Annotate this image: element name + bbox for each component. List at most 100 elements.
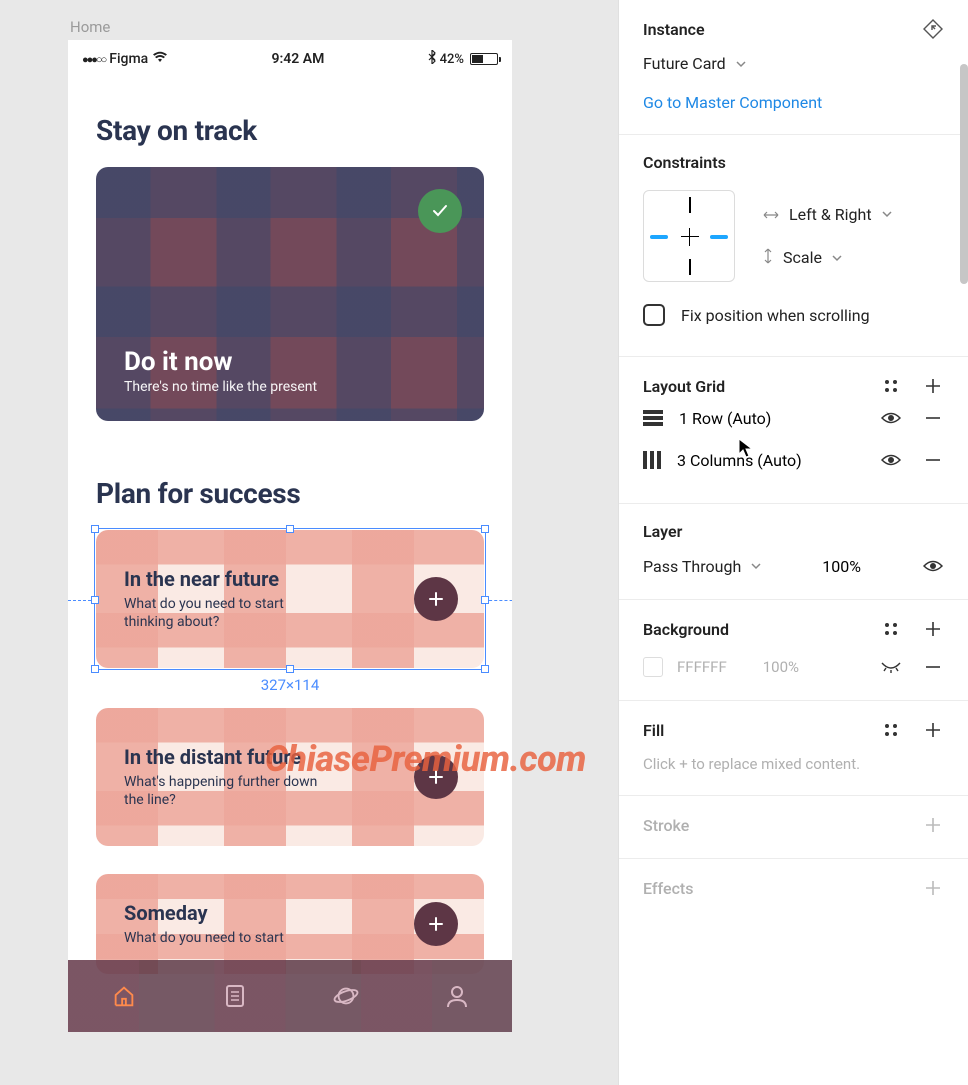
diamond-undo-icon bbox=[922, 18, 944, 40]
selection-handle[interactable] bbox=[481, 665, 489, 673]
future-card-title: In the near future bbox=[124, 567, 324, 591]
section-title-stay-on-track: Stay on track bbox=[96, 114, 484, 147]
toggle-visibility-button[interactable] bbox=[880, 449, 902, 471]
plus-icon bbox=[925, 621, 941, 637]
selection-handle[interactable] bbox=[91, 525, 99, 533]
scrollbar[interactable] bbox=[960, 64, 968, 284]
future-card-selected[interactable]: In the near future What do you need to s… bbox=[96, 530, 484, 668]
instance-dropdown[interactable]: Future Card bbox=[643, 40, 944, 81]
frame-label[interactable]: Home bbox=[70, 18, 618, 36]
minus-icon bbox=[926, 665, 940, 669]
future-card-title: Someday bbox=[124, 901, 284, 925]
phone-frame[interactable]: ●●●○○ Figma 9:42 AM 42% Stay on track bbox=[68, 40, 512, 1032]
go-to-master-link[interactable]: Go to Master Component bbox=[643, 93, 944, 112]
check-icon bbox=[430, 201, 450, 221]
battery-pct-label: 42% bbox=[440, 52, 464, 67]
tab-profile[interactable] bbox=[444, 983, 470, 1009]
four-dots-icon bbox=[884, 622, 898, 636]
rows-icon bbox=[643, 410, 663, 426]
v-constraint-value: Scale bbox=[783, 248, 822, 267]
selection-handle[interactable] bbox=[481, 596, 489, 604]
chevron-down-icon bbox=[751, 562, 761, 570]
selection-handle[interactable] bbox=[91, 665, 99, 673]
add-grid-button[interactable] bbox=[922, 375, 944, 397]
add-bg-button[interactable] bbox=[922, 618, 944, 640]
remove-grid-button[interactable] bbox=[922, 449, 944, 471]
plus-icon bbox=[925, 722, 941, 738]
bg-style-button[interactable] bbox=[880, 618, 902, 640]
tab-home[interactable] bbox=[111, 983, 137, 1009]
future-card[interactable]: In the distant future What's happening f… bbox=[96, 708, 484, 846]
plus-icon bbox=[925, 880, 941, 896]
add-button[interactable] bbox=[414, 577, 458, 621]
section-heading-layer: Layer bbox=[643, 522, 682, 541]
plus-icon bbox=[426, 589, 446, 609]
selection-handle[interactable] bbox=[91, 596, 99, 604]
future-card-subtitle: What's happening further down the line? bbox=[124, 773, 324, 809]
section-heading-constraints: Constraints bbox=[643, 153, 726, 172]
future-card-subtitle: What do you need to start thinking about… bbox=[124, 595, 324, 631]
selection-handle[interactable] bbox=[481, 525, 489, 533]
v-constraint-dropdown[interactable]: Scale bbox=[763, 232, 944, 276]
selection-handle[interactable] bbox=[286, 665, 294, 673]
tab-explore[interactable] bbox=[333, 983, 359, 1009]
bg-color-swatch[interactable] bbox=[643, 657, 663, 677]
grid-item-columns[interactable]: 3 Columns (Auto) bbox=[643, 451, 802, 470]
h-constraint-value: Left & Right bbox=[789, 205, 872, 224]
check-badge[interactable] bbox=[418, 189, 462, 233]
tab-list[interactable] bbox=[222, 983, 248, 1009]
add-effect-button[interactable] bbox=[922, 877, 944, 899]
component-name: Future Card bbox=[643, 54, 726, 73]
grid-item-rows[interactable]: 1 Row (Auto) bbox=[643, 409, 771, 428]
h-constraint-dropdown[interactable]: Left & Right bbox=[763, 197, 944, 232]
constraints-widget[interactable] bbox=[643, 190, 735, 282]
remove-bg-button[interactable] bbox=[922, 656, 944, 678]
plus-icon bbox=[426, 767, 446, 787]
eye-icon bbox=[881, 411, 901, 425]
list-icon bbox=[222, 983, 248, 1009]
fill-style-button[interactable] bbox=[880, 719, 902, 741]
add-button[interactable] bbox=[414, 902, 458, 946]
add-fill-button[interactable] bbox=[922, 719, 944, 741]
carrier-label: Figma bbox=[109, 51, 148, 67]
blend-mode-dropdown[interactable]: Pass Through bbox=[643, 557, 761, 576]
tab-bar bbox=[68, 960, 512, 1032]
fix-position-label: Fix position when scrolling bbox=[681, 306, 870, 325]
bg-color-value[interactable]: FFFFFF bbox=[677, 658, 727, 676]
add-button[interactable] bbox=[414, 755, 458, 799]
clock-label: 9:42 AM bbox=[271, 51, 324, 67]
columns-icon bbox=[643, 451, 661, 469]
bluetooth-icon bbox=[428, 50, 436, 68]
grid-style-button[interactable] bbox=[880, 375, 902, 397]
four-dots-icon bbox=[884, 723, 898, 737]
battery-icon bbox=[470, 53, 498, 65]
plus-icon bbox=[925, 378, 941, 394]
now-card[interactable]: Do it now There's no time like the prese… bbox=[96, 167, 484, 421]
planet-icon bbox=[333, 982, 359, 1010]
grid-col-label: 3 Columns (Auto) bbox=[677, 451, 802, 470]
section-heading-stroke: Stroke bbox=[643, 816, 689, 835]
section-heading-fill: Fill bbox=[643, 721, 664, 740]
fix-position-checkbox[interactable] bbox=[643, 304, 665, 326]
selection-dimensions: 327×114 bbox=[96, 676, 484, 694]
home-icon bbox=[111, 982, 137, 1010]
bg-opacity-value[interactable]: 100% bbox=[763, 658, 799, 676]
plus-icon bbox=[426, 914, 446, 934]
now-card-subtitle: There's no time like the present bbox=[124, 379, 317, 395]
blend-mode-value: Pass Through bbox=[643, 557, 741, 576]
fill-hint: Click + to replace mixed content. bbox=[643, 741, 944, 773]
layer-opacity-input[interactable]: 100% bbox=[822, 557, 861, 576]
section-heading-instance: Instance bbox=[643, 20, 705, 39]
toggle-visibility-hidden-button[interactable] bbox=[880, 656, 902, 678]
double-arrow-h-icon bbox=[763, 205, 779, 224]
remove-grid-button[interactable] bbox=[922, 407, 944, 429]
selection-handle[interactable] bbox=[286, 525, 294, 533]
future-card-subtitle: What do you need to start bbox=[124, 929, 284, 947]
double-arrow-v-icon bbox=[763, 248, 773, 268]
minus-icon bbox=[926, 458, 940, 462]
toggle-visibility-button[interactable] bbox=[922, 555, 944, 577]
future-card[interactable]: Someday What do you need to start bbox=[96, 874, 484, 974]
reset-instance-button[interactable] bbox=[922, 18, 944, 40]
toggle-visibility-button[interactable] bbox=[880, 407, 902, 429]
add-stroke-button[interactable] bbox=[922, 814, 944, 836]
